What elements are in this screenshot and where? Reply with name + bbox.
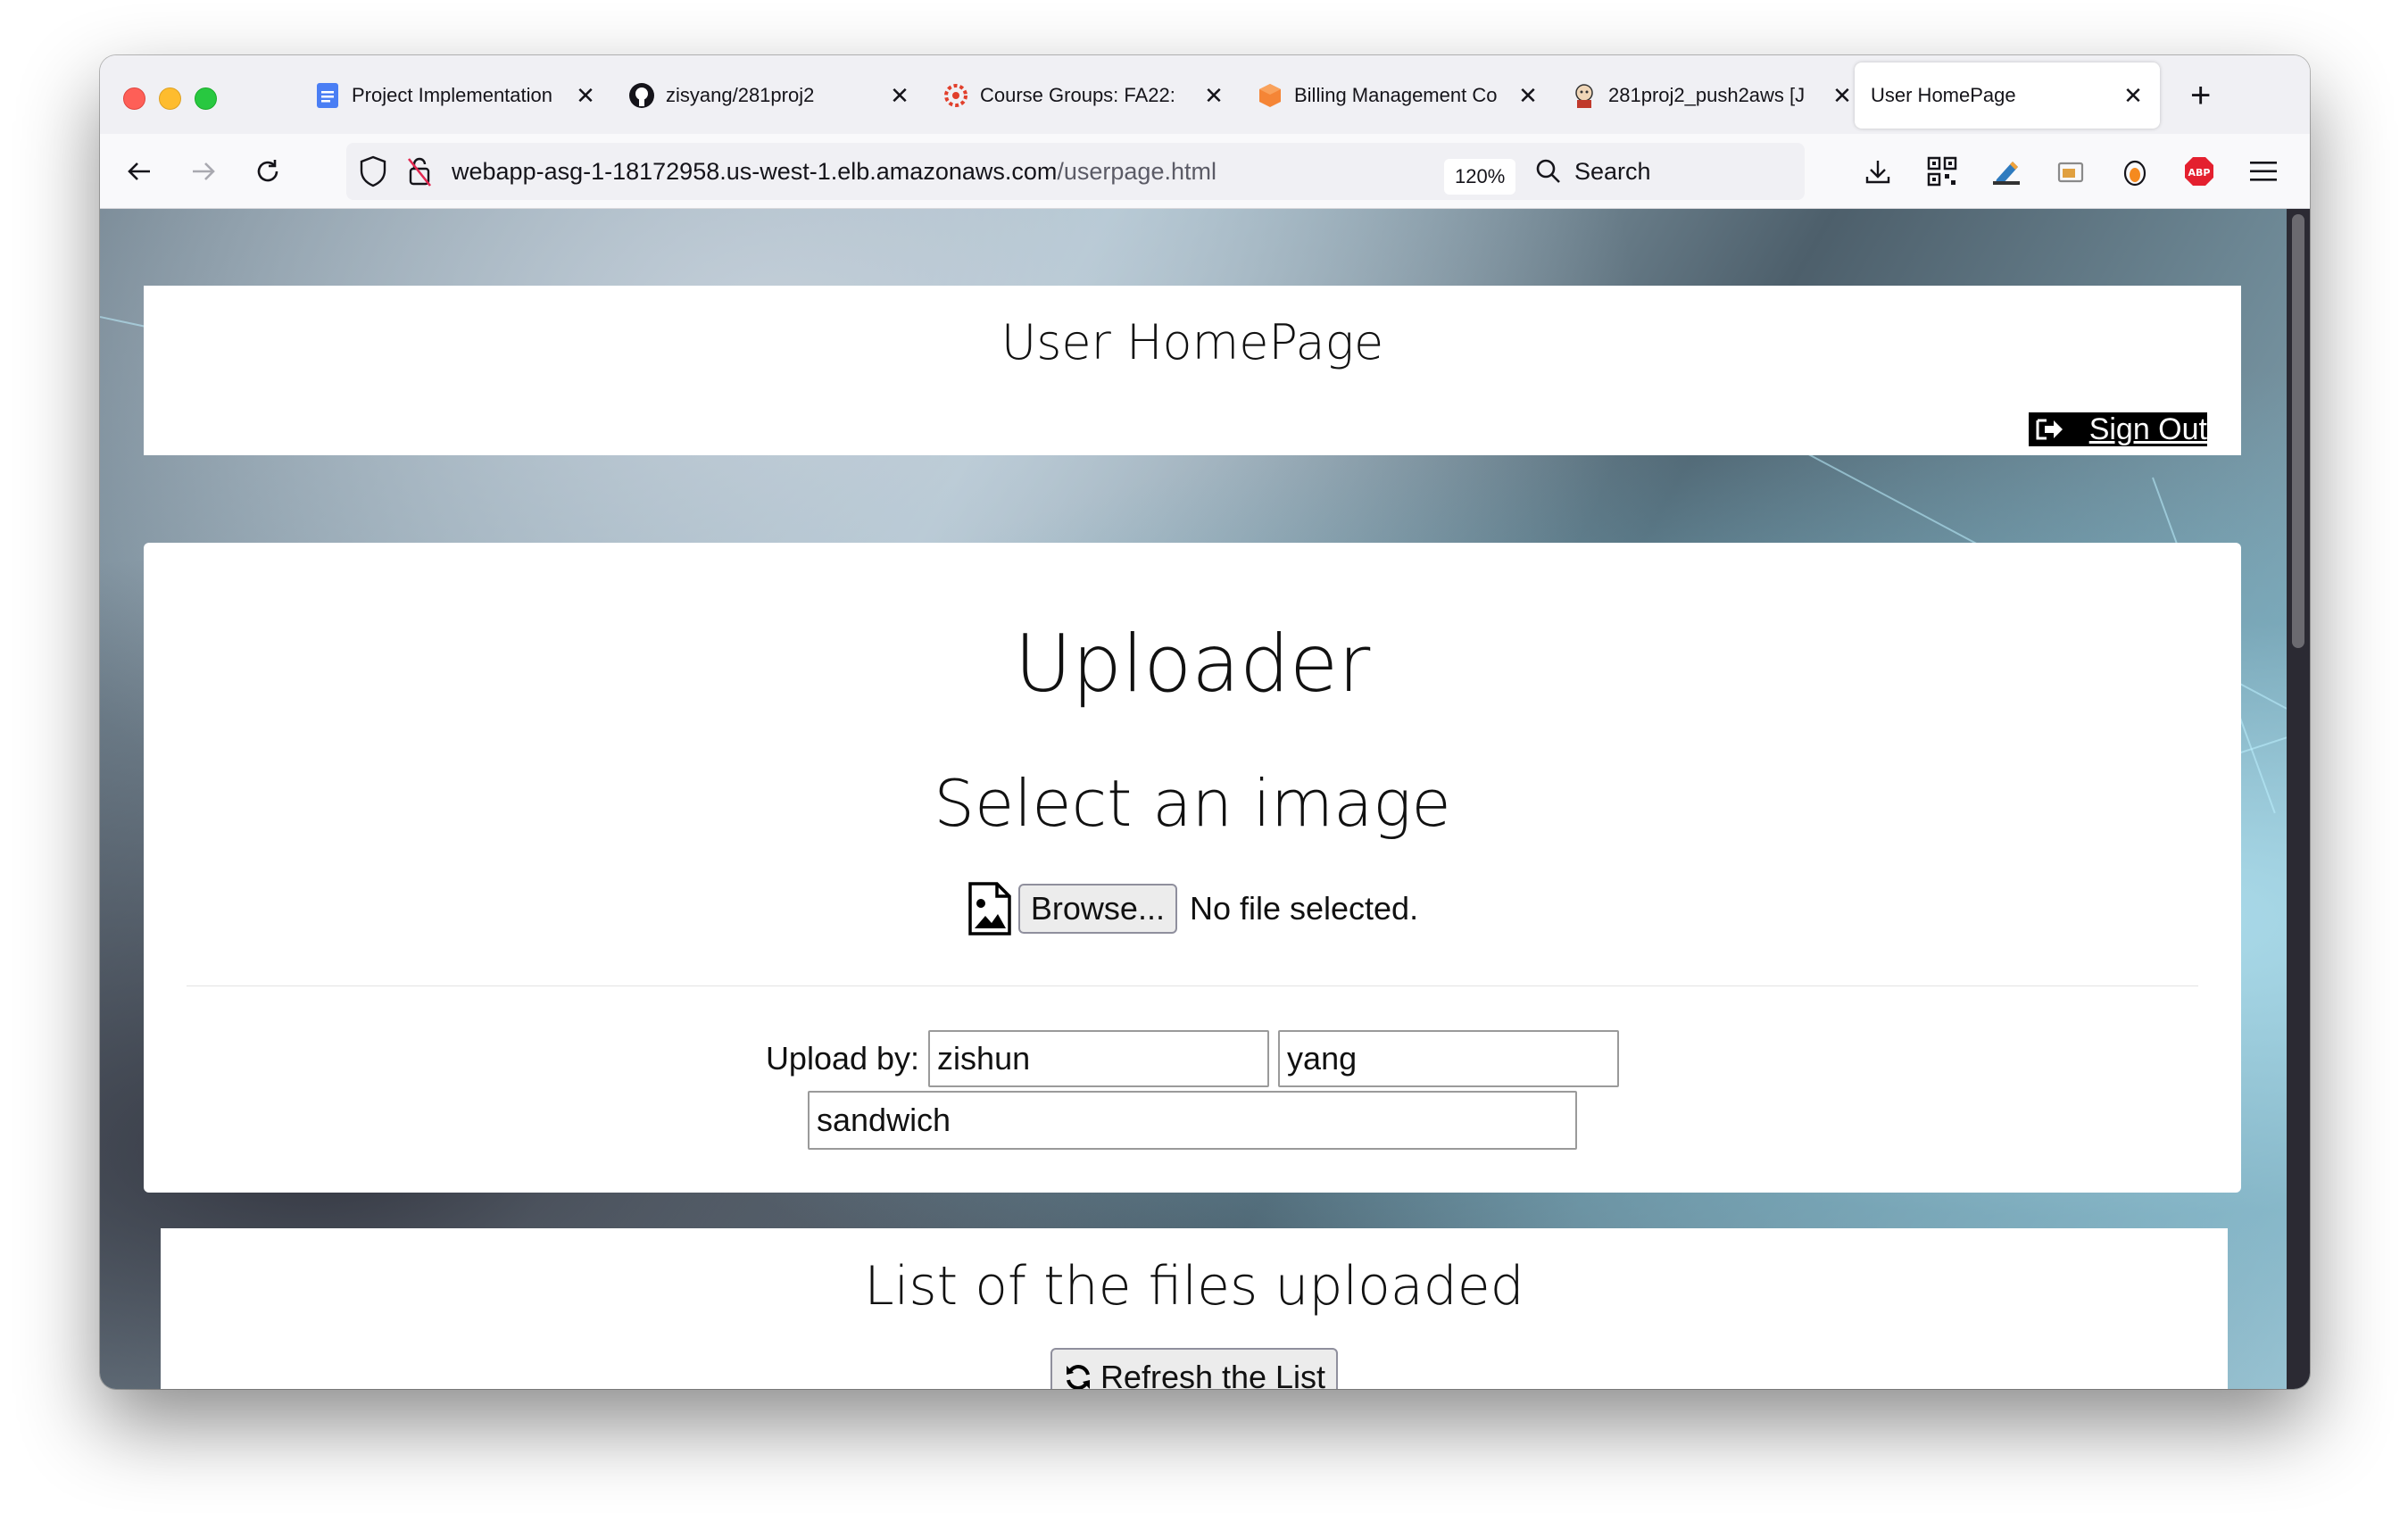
extension-honey-button[interactable] [2115,152,2155,191]
menu-button[interactable] [2244,152,2283,191]
file-list-heading: List of the files uploaded [864,1255,1524,1318]
tab-title: User HomePage [1871,84,2016,106]
search-icon [1536,159,1560,183]
hamburger-menu-icon [2250,162,2277,181]
page-title: User HomePage [1001,314,1384,370]
url-host: webapp-asg-1-18172958.us-west-1.elb.amaz… [452,157,1058,185]
back-button[interactable] [118,150,161,193]
canvas-icon [942,82,969,109]
tab-user-homepage[interactable]: User HomePage ✕ [1855,62,2160,129]
upload-by-row: Upload by: zishun yang [144,1030,2241,1087]
search-placeholder: Search [1574,157,1651,185]
adblock-plus-icon: ABP [2185,157,2213,186]
google-docs-icon [314,82,341,109]
tab-project-implementation[interactable]: Project Implementation ✕ [298,62,612,129]
description-field[interactable]: sandwich [808,1091,1577,1150]
tab-title: 281proj2_push2aws [J [1608,84,1806,106]
svg-text:ABP: ABP [2188,167,2211,179]
forward-button[interactable] [182,150,225,193]
refresh-list-label: Refresh the List [1100,1359,1326,1389]
close-icon[interactable]: ✕ [1831,82,1853,110]
tab-billing-management[interactable]: Billing Management Co ✕ [1241,62,1555,129]
browse-button[interactable]: Browse... [1017,884,1177,934]
arrow-right-icon [193,162,215,180]
close-icon[interactable]: ✕ [889,82,910,110]
select-image-heading: Select an image [934,766,1451,841]
qr-code-icon [1927,156,1957,187]
tab-title: Billing Management Co [1294,84,1498,106]
navigation-bar: webapp-asg-1-18172958.us-west-1.elb.amaz… [100,134,2310,209]
file-list-panel: List of the files uploaded Refresh the L… [161,1228,2228,1389]
download-icon [1865,161,1890,184]
arrow-left-icon [128,162,150,180]
search-box[interactable]: Search [1521,143,1805,200]
adblock-plus-button[interactable]: ABP [2180,152,2219,191]
close-icon[interactable]: ✕ [1517,82,1539,110]
github-icon [628,82,655,109]
extension-screenshot-button[interactable] [2051,152,2090,191]
description-row: sandwich [144,1091,2241,1150]
upload-by-label: Upload by: [765,1040,920,1077]
scrollbar-thumb[interactable] [2292,214,2304,648]
jenkins-icon [1571,82,1598,109]
tab-strip: Project Implementation ✕ zisyang/281proj… [100,55,2310,134]
qr-code-button[interactable] [1922,152,1962,191]
divider [187,985,2198,986]
page-viewport: User HomePage Sign Out Uploader Select a… [100,209,2310,1389]
close-icon[interactable]: ✕ [575,82,596,110]
aws-icon [1257,82,1283,109]
tab-title: Course Groups: FA22: [980,84,1175,106]
close-icon[interactable]: ✕ [2122,82,2144,110]
sign-out-label: Sign Out [2088,412,2207,446]
file-input-row: Browse... No file selected. [144,882,2241,935]
pencil-icon [1993,162,2020,185]
header-panel: User HomePage Sign Out [144,286,2241,455]
downloads-button[interactable] [1858,152,1897,191]
last-name-field[interactable]: yang [1278,1030,1620,1087]
zoom-indicator[interactable]: 120% [1444,159,1516,195]
refresh-list-button[interactable]: Refresh the List [1050,1348,1339,1389]
window-icon [2057,162,2084,183]
sign-out-button[interactable]: Sign Out [2028,412,2207,446]
reload-button[interactable] [246,150,289,193]
file-status-text: No file selected. [1189,890,1419,927]
refresh-row: Refresh the List [161,1348,2228,1389]
first-name-field[interactable]: zishun [928,1030,1270,1087]
file-image-icon [967,882,1013,935]
url-text[interactable]: webapp-asg-1-18172958.us-west-1.elb.amaz… [452,158,1216,186]
close-icon[interactable]: ✕ [1203,82,1225,110]
new-tab-button[interactable]: + [2190,73,2211,118]
uploader-heading: Uploader [1014,618,1371,710]
page-scrollbar[interactable] [2287,209,2310,1389]
maximize-window-button[interactable] [195,87,217,110]
tab-course-groups[interactable]: Course Groups: FA22: ✕ [926,62,1241,129]
url-path: /userpage.html [1057,157,1216,185]
refresh-icon [1063,1362,1093,1389]
close-window-button[interactable] [123,87,145,110]
minimize-window-button[interactable] [159,87,181,110]
reload-icon [257,160,278,182]
insecure-lock-icon[interactable] [405,155,434,192]
browser-window: Project Implementation ✕ zisyang/281proj… [100,55,2310,1389]
extension-pencil-button[interactable] [1987,152,2026,191]
tab-title: zisyang/281proj2 [666,84,815,106]
tab-jenkins[interactable]: 281proj2_push2aws [J ✕ [1555,62,1869,129]
uploader-panel: Uploader Select an image Browse... No fi… [144,543,2241,1193]
tab-title: Project Implementation [352,84,552,106]
url-bar[interactable]: webapp-asg-1-18172958.us-west-1.elb.amaz… [346,143,1630,200]
honey-icon [2123,160,2146,187]
sign-out-icon [2034,416,2066,443]
tab-github[interactable]: zisyang/281proj2 ✕ [612,62,926,129]
shield-icon[interactable] [359,155,387,192]
